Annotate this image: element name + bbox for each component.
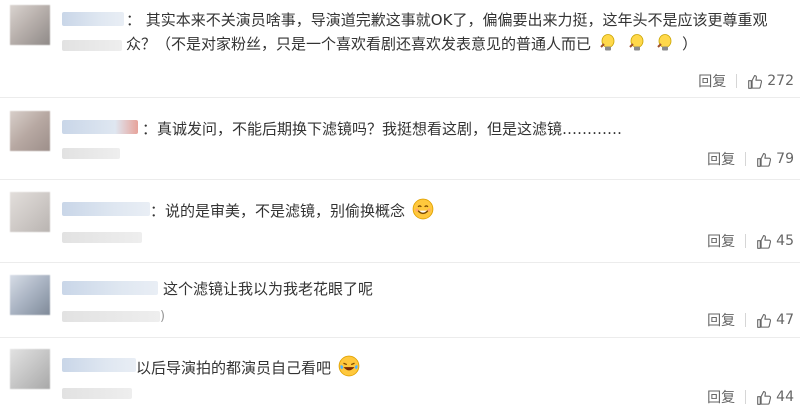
- comment-item: ：说的是审美，不是滤镜，别偷换概念 回复 45: [0, 180, 800, 263]
- username[interactable]: [62, 358, 136, 372]
- comment-time: [62, 311, 160, 322]
- comment-actions: 回复 79: [707, 148, 794, 170]
- smile-emoji: [412, 198, 434, 220]
- comment-actions: 回复 44: [707, 386, 794, 408]
- reply-button[interactable]: 回复: [707, 149, 735, 169]
- bulb-emoji: [657, 34, 672, 51]
- comment-separator: ：: [142, 120, 158, 138]
- like-button[interactable]: 79: [756, 151, 794, 168]
- reply-button[interactable]: 回复: [707, 310, 735, 330]
- comment-separator: ：: [150, 202, 166, 220]
- username[interactable]: [62, 120, 138, 134]
- bulb-emoji: [628, 34, 643, 51]
- divider: [745, 313, 747, 327]
- comment-item: 以后导演拍的都演员自己看吧 回复 44: [0, 338, 800, 413]
- laugh-cry-emoji: [338, 355, 360, 377]
- comment-text: 这个滤镜让我以为我老花眼了呢: [163, 277, 373, 301]
- comment-item: ：真诚发问，不能后期换下滤镜吗？我挺想看这剧，但是这滤镜………… 回复 79: [0, 98, 800, 180]
- avatar[interactable]: [10, 349, 50, 389]
- thumbs-up-icon: [757, 390, 772, 405]
- comment-list: ： 其实本来不关演员啥事，导演道完歉这事就OK了，偏偏要出来力挺，这年头不是应该…: [0, 0, 800, 413]
- comment-text: 以后导演拍的都演员自己看吧: [136, 355, 362, 380]
- like-count: 47: [776, 312, 794, 328]
- like-count: 272: [767, 73, 794, 89]
- avatar[interactable]: [10, 111, 50, 151]
- like-count: 79: [776, 151, 794, 167]
- bulb-emoji: [600, 34, 615, 51]
- thumbs-up-icon: [757, 313, 772, 328]
- avatar[interactable]: [10, 5, 50, 45]
- comment-separator: ：: [126, 11, 142, 29]
- comment-text: ：真诚发问，不能后期换下滤镜吗？我挺想看这剧，但是这滤镜…………: [142, 117, 622, 141]
- username[interactable]: [62, 12, 124, 26]
- comment-time-tail: ): [160, 309, 166, 324]
- thumbs-up-icon: [757, 152, 772, 167]
- comment-time: [62, 148, 120, 159]
- comment-time: [62, 388, 132, 399]
- thumbs-up-icon: [748, 74, 763, 89]
- comment-text: ：说的是审美，不是滤镜，别偷换概念: [150, 198, 436, 223]
- reply-button[interactable]: 回复: [698, 71, 726, 91]
- like-button[interactable]: 47: [756, 312, 794, 329]
- like-button[interactable]: 272: [747, 73, 794, 90]
- thumbs-up-icon: [757, 234, 772, 249]
- username[interactable]: [62, 202, 150, 216]
- comment-actions: 回复 47: [707, 309, 794, 331]
- comment-body: 真诚发问，不能后期换下滤镜吗？我挺想看这剧，但是这滤镜…………: [157, 120, 623, 138]
- avatar[interactable]: [10, 192, 50, 232]
- comment-item: ： 其实本来不关演员啥事，导演道完歉这事就OK了，偏偏要出来力挺，这年头不是应该…: [0, 0, 800, 98]
- comment-body-tail: ）: [682, 35, 698, 53]
- avatar[interactable]: [10, 275, 50, 315]
- comment-time: [62, 232, 142, 243]
- like-count: 45: [776, 233, 794, 249]
- comment-text: ： 其实本来不关演员啥事，导演道完歉这事就OK了，偏偏要出来力挺，这年头不是应该…: [126, 8, 786, 56]
- divider: [745, 234, 747, 248]
- divider: [745, 152, 747, 166]
- comment-actions: 回复 272: [698, 70, 794, 92]
- comment-item: ) 这个滤镜让我以为我老花眼了呢 回复 47: [0, 263, 800, 338]
- username[interactable]: [62, 281, 158, 295]
- comment-time: [62, 40, 122, 51]
- comment-body: 说的是审美，不是滤镜，别偷换概念: [165, 202, 406, 220]
- divider: [745, 390, 747, 404]
- divider: [736, 74, 738, 88]
- comment-actions: 回复 45: [707, 230, 794, 252]
- like-count: 44: [776, 389, 794, 405]
- like-button[interactable]: 44: [756, 389, 794, 406]
- reply-button[interactable]: 回复: [707, 231, 735, 251]
- reply-button[interactable]: 回复: [707, 387, 735, 407]
- comment-body: 这个滤镜让我以为我老花眼了呢: [163, 280, 374, 298]
- comment-body: 以后导演拍的都演员自己看吧: [136, 359, 332, 377]
- like-button[interactable]: 45: [756, 233, 794, 250]
